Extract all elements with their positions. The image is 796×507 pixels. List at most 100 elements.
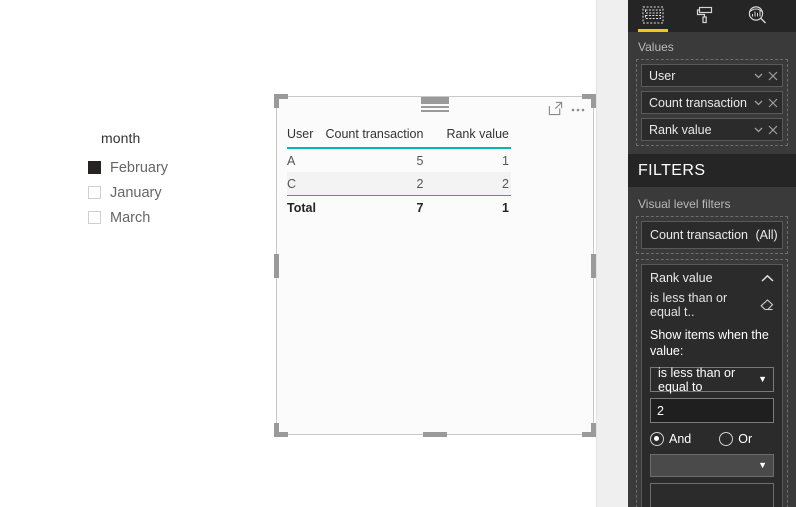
radio-or[interactable]: Or — [719, 432, 752, 446]
resize-handle-bottom-middle[interactable] — [423, 432, 447, 437]
visualizations-pane[interactable]: Values User Count transaction Rank value… — [628, 0, 796, 507]
fields-grid-icon — [642, 6, 664, 27]
slicer-item-february[interactable]: February — [88, 155, 218, 180]
field-pill-user[interactable]: User — [641, 64, 783, 87]
month-slicer[interactable]: month February January March — [88, 130, 218, 230]
show-items-label: Show items when the value: — [650, 328, 769, 358]
checkbox-icon-february[interactable] — [88, 161, 101, 174]
clear-filter-icon[interactable] — [760, 299, 774, 311]
chevron-down-icon: ▼ — [758, 460, 767, 470]
cell-rank-value: 1 — [502, 153, 509, 168]
condition-value-text: 2 — [657, 403, 664, 418]
filters-body[interactable]: Visual level filters Count transaction (… — [628, 187, 796, 507]
slicer-item-label: January — [110, 184, 162, 201]
slicer-item-label: February — [110, 159, 169, 176]
table-row[interactable]: C 2 2 — [287, 172, 511, 196]
cell-gap — [425, 148, 443, 172]
filter-summary: is less than or equal t.. — [650, 291, 728, 319]
radio-or-label: Or — [738, 432, 753, 446]
filter-field-name: Count transaction — [650, 228, 748, 242]
tab-analytics[interactable] — [738, 0, 776, 32]
condition-select[interactable]: is less than or equal to ▼ — [650, 365, 774, 394]
cell-gap — [425, 172, 444, 196]
paint-roller-icon — [695, 5, 715, 28]
field-pill-label: User — [649, 68, 676, 83]
slicer-item-label: March — [110, 209, 151, 226]
checkbox-icon-january[interactable] — [88, 186, 101, 199]
report-canvas[interactable]: month February January March User Count … — [0, 0, 596, 507]
slicer-item-january[interactable]: January — [88, 180, 218, 205]
pane-tab-bar[interactable] — [628, 0, 796, 32]
resize-handle-bottom-left[interactable] — [274, 423, 288, 437]
logic-operator-group[interactable]: And Or — [650, 432, 774, 446]
cell-rank-value: 2 — [443, 172, 511, 196]
field-pill-rank-value[interactable]: Rank value — [641, 118, 783, 141]
cell-count-transaction: 2 — [320, 172, 426, 196]
table-total-row: Total 7 1 — [287, 195, 511, 219]
radio-and-icon — [650, 432, 664, 446]
field-pill-label: Count transaction — [649, 95, 747, 110]
column-header-user[interactable]: User — [287, 127, 321, 149]
data-table[interactable]: User Count transaction Rank value A 5 1 — [287, 127, 511, 219]
cell-count-transaction: 5 — [416, 153, 424, 168]
chevron-up-icon[interactable] — [761, 274, 774, 283]
chevron-down-icon[interactable] — [754, 71, 763, 80]
cell-total-label: Total — [287, 195, 321, 219]
focus-mode-icon[interactable] — [548, 101, 563, 116]
cell-user: C — [287, 172, 321, 196]
canvas-edge-strip — [596, 0, 629, 507]
table-visual[interactable]: User Count transaction Rank value A 5 1 — [277, 97, 593, 434]
filter-box[interactable]: Rank value is less than or equal t.. Sho… — [641, 264, 783, 507]
radio-or-icon — [719, 432, 734, 446]
remove-field-icon[interactable] — [768, 98, 778, 108]
resize-handle-top-right[interactable] — [582, 94, 596, 108]
filter-card-count-transaction[interactable]: Count transaction (All) — [636, 216, 788, 254]
slicer-item-march[interactable]: March — [88, 205, 218, 230]
cell-gap — [425, 195, 444, 219]
table-header-row: User Count transaction Rank value — [287, 127, 511, 149]
checkbox-icon-march[interactable] — [88, 211, 101, 224]
slicer-title: month — [101, 130, 141, 146]
remove-field-icon[interactable] — [768, 71, 778, 81]
visual-header-icons[interactable] — [548, 101, 586, 116]
table-visual-container[interactable]: User Count transaction Rank value A 5 1 — [274, 94, 596, 437]
filter-title-row[interactable]: Count transaction (All) — [650, 228, 778, 242]
tab-fields[interactable] — [634, 0, 672, 32]
resize-handle-top-left[interactable] — [274, 94, 288, 108]
field-pill-label: Rank value — [649, 122, 712, 137]
second-condition-select[interactable]: ▼ — [650, 454, 774, 477]
filters-header: FILTERS — [628, 154, 796, 187]
drag-handle-icon[interactable] — [421, 97, 449, 113]
field-pill-count-transaction[interactable]: Count transaction — [641, 91, 783, 114]
values-section-label: Values — [638, 40, 674, 54]
second-condition-value-input[interactable] — [650, 483, 774, 507]
column-gap — [425, 127, 444, 149]
column-header-count-transaction[interactable]: Count transaction — [320, 127, 426, 149]
chevron-down-icon[interactable] — [754, 98, 763, 107]
condition-select-value: is less than or equal to — [658, 365, 736, 394]
table-row[interactable]: A 5 1 — [287, 148, 511, 172]
resize-handle-bottom-right[interactable] — [582, 423, 596, 437]
cell-user: A — [287, 153, 296, 168]
filter-summary-row: is less than or equal t.. — [650, 291, 774, 319]
condition-value-input[interactable]: 2 — [650, 398, 774, 423]
remove-field-icon[interactable] — [768, 125, 778, 135]
power-bi-report-window: month February January March User Count … — [0, 0, 796, 507]
radio-and[interactable]: And — [650, 432, 691, 446]
column-header-rank-value[interactable]: Rank value — [443, 127, 511, 149]
radio-and-label: And — [669, 432, 692, 446]
values-field-well[interactable]: User Count transaction Rank value — [636, 59, 788, 146]
chevron-down-icon: ▼ — [758, 374, 767, 384]
filter-state: (All) — [755, 228, 778, 242]
filter-title-row[interactable]: Rank value — [650, 271, 774, 285]
cell-total-count-transaction: 7 — [320, 195, 426, 219]
cell-total-rank-value: 1 — [443, 195, 511, 219]
resize-handle-left-middle[interactable] — [274, 253, 279, 278]
filter-card-rank-value[interactable]: Rank value is less than or equal t.. Sho… — [636, 259, 788, 507]
filter-box[interactable]: Count transaction (All) — [641, 221, 783, 249]
chevron-down-icon[interactable] — [754, 125, 763, 134]
analytics-magnifier-icon — [747, 5, 768, 28]
filter-field-name: Rank value — [650, 271, 713, 285]
tab-format[interactable] — [686, 0, 724, 32]
visual-level-filters-label: Visual level filters — [638, 197, 731, 211]
